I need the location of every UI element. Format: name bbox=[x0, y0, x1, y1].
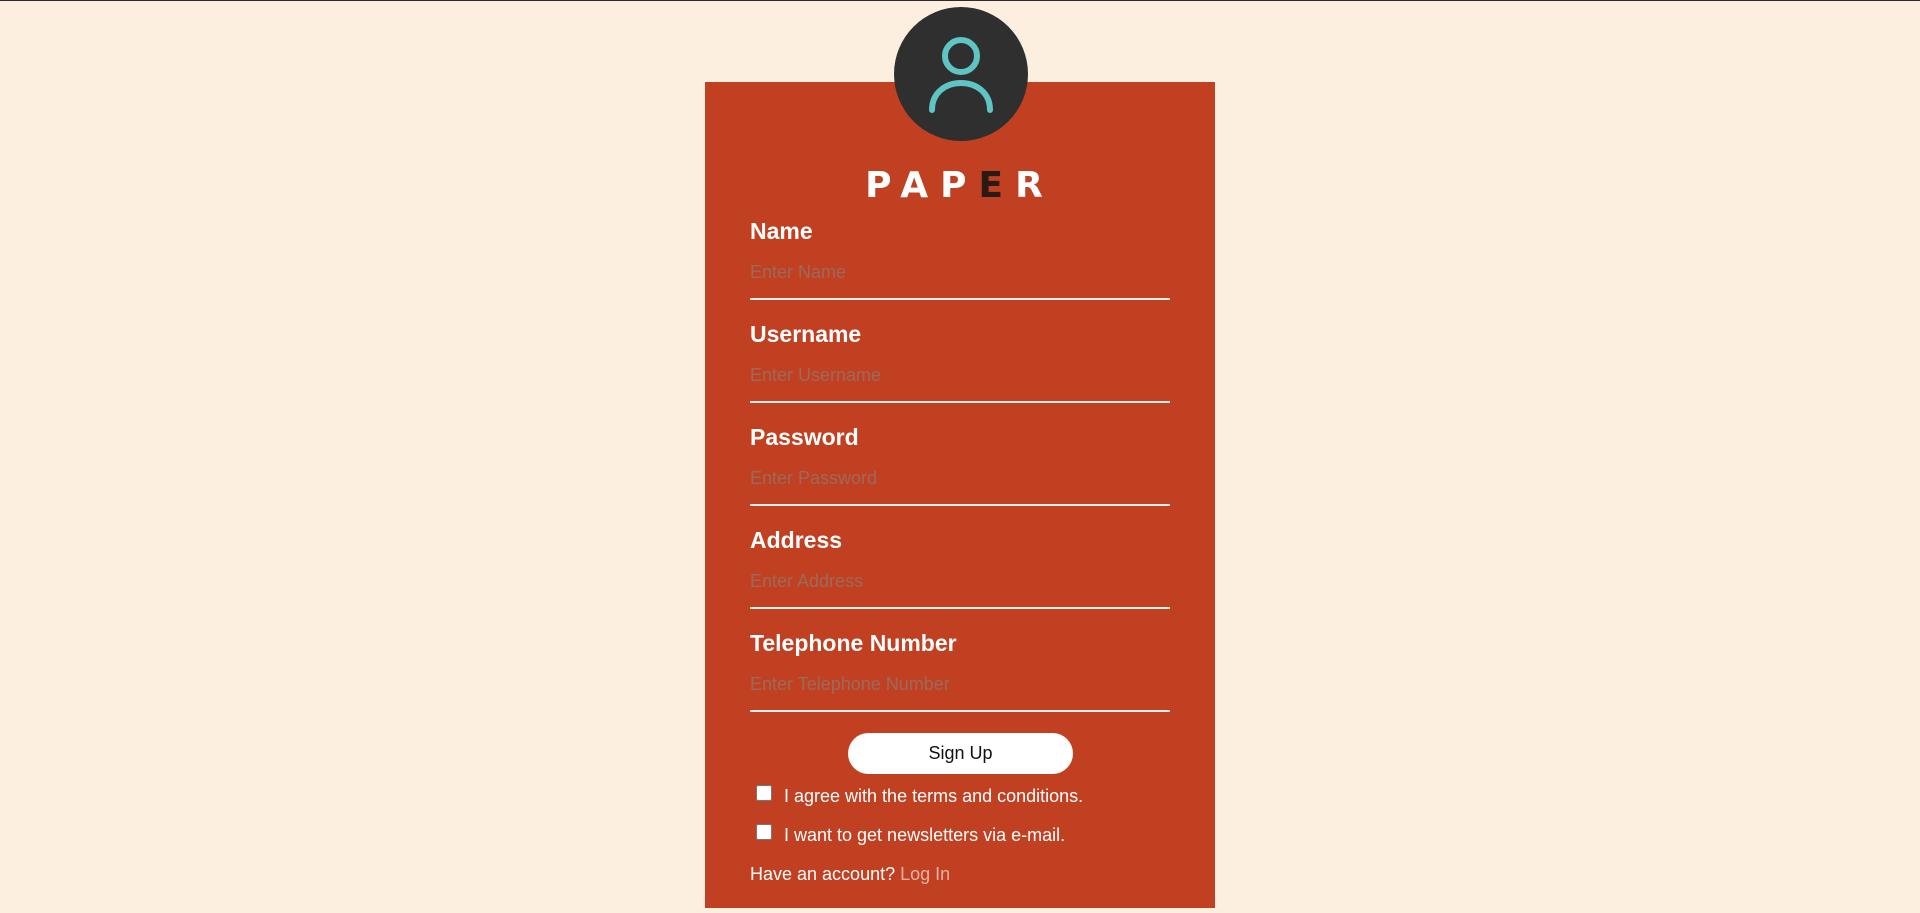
top-border bbox=[0, 0, 1920, 1]
logo-text-start: PAP bbox=[865, 164, 979, 206]
logo-accent-letter: E bbox=[978, 164, 1016, 206]
address-input[interactable] bbox=[750, 561, 1170, 609]
terms-checkbox[interactable] bbox=[756, 784, 772, 801]
name-input[interactable] bbox=[750, 252, 1170, 300]
password-field-group: Password bbox=[750, 422, 1170, 506]
terms-checkbox-label: I agree with the terms and conditions. bbox=[784, 786, 1084, 806]
password-input[interactable] bbox=[750, 458, 1170, 506]
address-label: Address bbox=[750, 527, 843, 553]
username-field-group: Username bbox=[750, 319, 1170, 403]
username-input[interactable] bbox=[750, 355, 1170, 403]
newsletter-checkbox-row[interactable]: I want to get newsletters via e-mail. bbox=[756, 823, 1066, 846]
login-prompt: Have an account? Log In bbox=[750, 864, 950, 885]
sign-up-button[interactable]: Sign Up bbox=[848, 733, 1073, 774]
user-icon bbox=[929, 37, 993, 113]
account-prompt-text: Have an account? bbox=[750, 864, 896, 884]
address-field-group: Address bbox=[750, 525, 1170, 609]
logo-text-end: R bbox=[1015, 164, 1055, 206]
username-label: Username bbox=[750, 321, 862, 347]
password-label: Password bbox=[750, 424, 859, 450]
telephone-field-group: Telephone Number bbox=[750, 628, 1170, 712]
terms-checkbox-row[interactable]: I agree with the terms and conditions. bbox=[756, 784, 1084, 807]
telephone-label: Telephone Number bbox=[750, 630, 957, 656]
log-in-link[interactable]: Log In bbox=[900, 864, 950, 884]
name-label: Name bbox=[750, 218, 813, 244]
brand-logo: PAP E R bbox=[705, 160, 1215, 210]
newsletter-checkbox[interactable] bbox=[756, 823, 772, 840]
telephone-input[interactable] bbox=[750, 664, 1170, 712]
newsletter-checkbox-label: I want to get newsletters via e-mail. bbox=[784, 825, 1066, 845]
avatar bbox=[894, 7, 1028, 141]
name-field-group: Name bbox=[750, 216, 1170, 300]
